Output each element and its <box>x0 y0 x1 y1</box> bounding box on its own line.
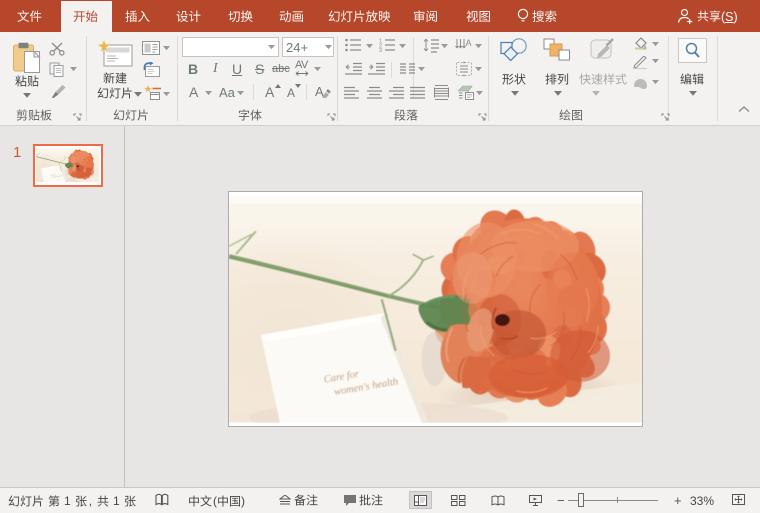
svg-text:A: A <box>466 38 472 48</box>
svg-text:3: 3 <box>379 48 382 52</box>
